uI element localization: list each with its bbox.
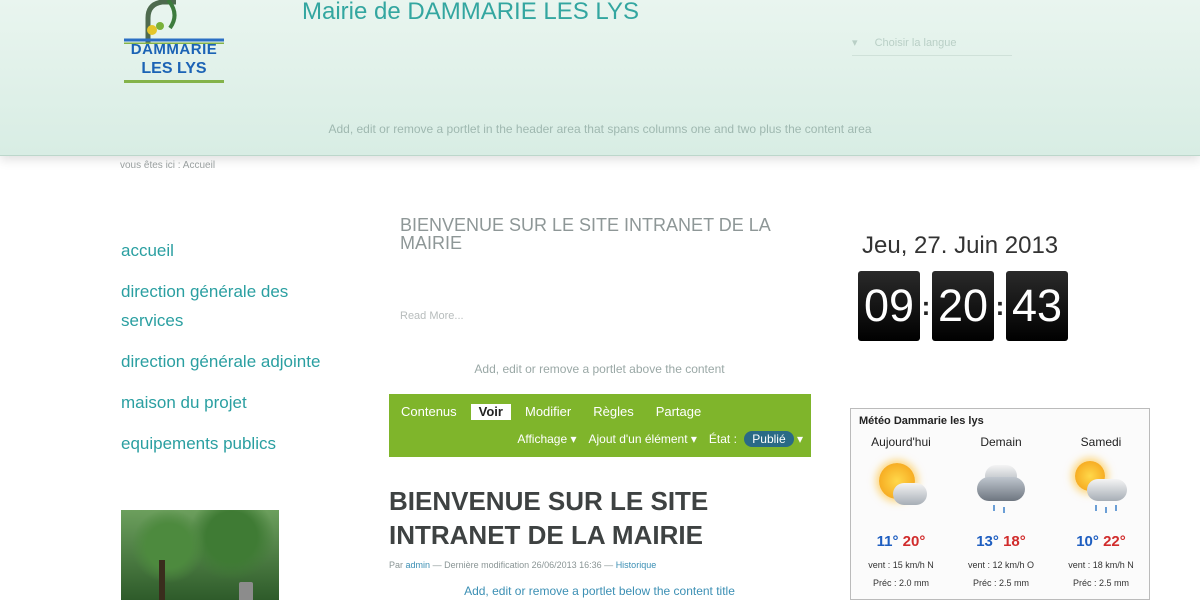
display-menu[interactable]: Affichage ▾ xyxy=(517,432,576,446)
weather-day-name: Demain xyxy=(980,435,1022,449)
weather-temps: 10° 22° xyxy=(1051,533,1151,550)
header-portlet-manager-link[interactable]: Add, edit or remove a portlet in the hea… xyxy=(0,122,1200,136)
tab-modifier[interactable]: Modifier xyxy=(525,404,571,420)
welcome-heading-teaser[interactable]: BIENVENUE SUR LE SITE INTRANET DE LA MAI… xyxy=(400,216,800,252)
weather-day-saturday: Samedi 10° 22° vent : 18 km/h N Préc : 2… xyxy=(1051,435,1151,592)
toolbar-tabs: Contenus Voir Modifier Règles Partage xyxy=(401,404,723,420)
byline-prefix: Par xyxy=(389,560,404,570)
nav-item-maison-du-projet[interactable]: maison du projet xyxy=(121,388,351,417)
weather-day-name: Aujourd'hui xyxy=(871,435,931,449)
portlet-above-content-link[interactable]: Add, edit or remove a portlet above the … xyxy=(389,362,810,376)
site-title[interactable]: Mairie de DAMMARIE LES LYS xyxy=(302,0,639,26)
temp-max: 20° xyxy=(902,533,926,550)
add-item-menu[interactable]: Ajout d'un élément ▾ xyxy=(589,432,697,446)
clock-separator: : xyxy=(921,290,931,321)
edit-toolbar: Contenus Voir Modifier Règles Partage Af… xyxy=(389,394,811,457)
weather-precip: Préc : 2.5 mm xyxy=(1072,578,1129,588)
history-link[interactable]: Historique xyxy=(616,560,657,570)
weather-wind: vent : 15 km/h N xyxy=(868,560,934,570)
temp-min: 11° xyxy=(876,533,899,550)
language-select[interactable]: ▾ Choisir la langue xyxy=(852,36,1012,56)
weather-day-tomorrow: Demain 13° 18° vent : 12 km/h O Préc : 2… xyxy=(951,435,1051,592)
weather-day-today: Aujourd'hui 11° 20° vent : 15 km/h N Pré… xyxy=(851,435,951,592)
city-logo[interactable]: DAMMARIE LES LYS xyxy=(118,0,230,90)
state-label: État : xyxy=(708,432,737,446)
park-photo xyxy=(121,510,279,600)
tree-trunk-shape xyxy=(159,560,165,600)
nav-item-equipements-publics[interactable]: equipements publics xyxy=(121,429,351,458)
weather-wind: vent : 18 km/h N xyxy=(1068,560,1134,570)
page-title: BIENVENUE SUR LE SITE INTRANET DE LA MAI… xyxy=(389,486,709,550)
logo-text-line2: LES LYS xyxy=(141,60,207,77)
cloud-rain-icon xyxy=(971,457,1031,519)
toolbar-menus: Affichage ▾ Ajout d'un élément ▾ État : … xyxy=(505,431,803,447)
breadcrumb: vous êtes ici : Accueil xyxy=(120,160,216,171)
digital-clock: 09 : 20 : 43 xyxy=(858,271,1068,341)
document-byline: Par admin — Dernière modification 26/06/… xyxy=(389,560,656,570)
weather-day-name: Samedi xyxy=(1080,435,1122,449)
nav-item-accueil[interactable]: accueil xyxy=(121,236,351,265)
clock-minutes: 20 xyxy=(932,271,994,341)
tab-regles[interactable]: Règles xyxy=(593,404,633,420)
tab-partage[interactable]: Partage xyxy=(656,404,702,420)
weather-precip: Préc : 2.0 mm xyxy=(872,578,929,588)
weather-wind: vent : 12 km/h O xyxy=(967,560,1035,570)
temp-max: 22° xyxy=(1103,533,1126,550)
author-link[interactable]: admin xyxy=(406,560,431,570)
temp-max: 18° xyxy=(1003,533,1026,550)
site-header: DAMMARIE LES LYS Mairie de DAMMARIE LES … xyxy=(0,0,1200,156)
weather-temps: 11° 20° xyxy=(851,533,951,550)
chevron-down-icon: ▾ xyxy=(796,432,803,446)
state-badge: Publié xyxy=(744,431,794,447)
page: DAMMARIE LES LYS Mairie de DAMMARIE LES … xyxy=(0,0,1200,600)
chevron-down-icon: ▾ xyxy=(852,37,858,49)
weather-widget: Météo Dammarie les lys Aujourd'hui 11° 2… xyxy=(850,408,1150,600)
tab-contenus[interactable]: Contenus xyxy=(401,404,457,420)
weather-temps: 13° 18° xyxy=(951,533,1051,550)
left-navigation: accueil direction générale des services … xyxy=(121,236,351,470)
logo-emblem-icon xyxy=(124,0,224,44)
weather-precip: Préc : 2.5 mm xyxy=(972,578,1029,588)
nav-item-direction-generale-services[interactable]: direction générale des services xyxy=(121,277,351,335)
clock-separator: : xyxy=(995,290,1005,321)
logo-underline xyxy=(124,80,224,83)
language-select-label: Choisir la langue xyxy=(874,37,957,49)
temp-min: 10° xyxy=(1076,533,1099,550)
sun-cloud-icon xyxy=(871,457,931,519)
portlet-below-title-link[interactable]: Add, edit or remove a portlet below the … xyxy=(389,584,810,598)
logo-text-line1: DAMMARIE xyxy=(130,41,218,58)
clock-date: Jeu, 27. Juin 2013 xyxy=(862,232,1059,259)
kiosk-shape xyxy=(239,582,253,600)
read-more-link[interactable]: Read More... xyxy=(400,310,464,322)
sun-cloud-rain-icon xyxy=(1071,457,1131,519)
byline-modified: — Dernière modification 26/06/2013 16:36… xyxy=(432,560,614,570)
clock-seconds: 43 xyxy=(1006,271,1068,341)
nav-item-direction-generale-adjointe[interactable]: direction générale adjointe xyxy=(121,347,351,376)
tab-voir[interactable]: Voir xyxy=(470,404,511,420)
state-menu[interactable]: État : Publié ▾ xyxy=(709,431,803,447)
temp-min: 13° xyxy=(976,533,999,550)
clock-hours: 09 xyxy=(858,271,920,341)
weather-title: Météo Dammarie les lys xyxy=(859,415,984,427)
